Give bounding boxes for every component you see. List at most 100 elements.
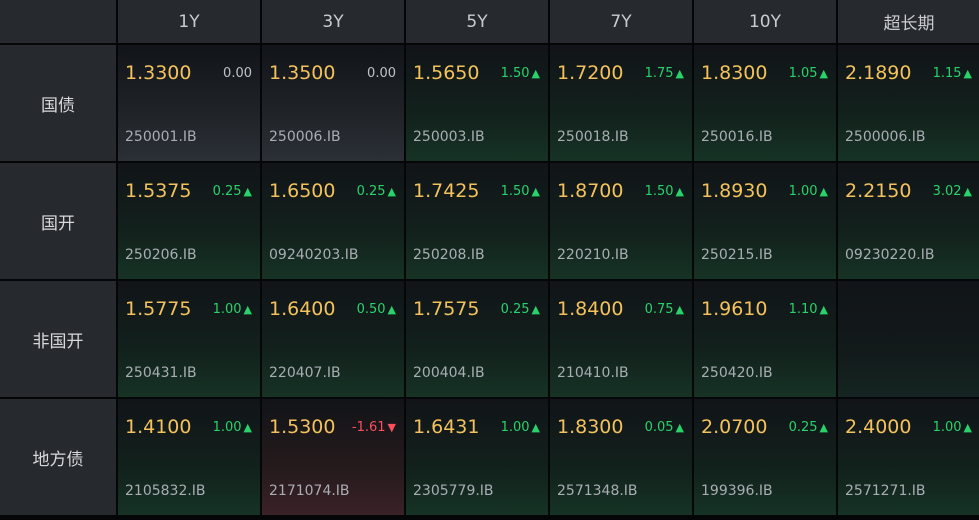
change-text: 1.00	[212, 420, 242, 435]
change-text: 1.50	[644, 184, 674, 199]
yield-cell[interactable]: 2.1890 1.15 ▲ 2500006.IB	[838, 45, 979, 161]
change-text: 1.15	[932, 66, 962, 81]
bond-code: 09240203.IB	[269, 247, 359, 263]
bond-code: 2500006.IB	[845, 129, 926, 145]
yield-cell[interactable]: 1.5775 1.00 ▲ 250431.IB	[118, 281, 260, 397]
change-value: -1.61 ▼	[352, 420, 396, 435]
yield-cell[interactable]: 2.4000 1.00 ▲ 2571271.IB	[838, 399, 979, 515]
bond-code: 250431.IB	[125, 365, 197, 381]
change-value: 1.00 ▲	[501, 420, 540, 435]
change-value: 1.00 ▲	[213, 302, 252, 317]
yield-value: 2.2150	[845, 180, 912, 202]
header-1y[interactable]: 1Y	[118, 0, 260, 43]
triangle-up-icon: ▲	[675, 303, 684, 316]
yield-cell[interactable]: 1.5375 0.25 ▲ 250206.IB	[118, 163, 260, 279]
yield-cell[interactable]: 1.3500 0.00 250006.IB	[262, 45, 404, 161]
header-7y[interactable]: 7Y	[550, 0, 692, 43]
yield-value: 2.4000	[845, 416, 912, 438]
yield-value: 1.5775	[125, 298, 192, 320]
yield-cell[interactable]: 2.0700 0.25 ▲ 199396.IB	[694, 399, 836, 515]
row-label[interactable]: 国开	[0, 163, 116, 279]
yield-cell[interactable]: 1.7425 1.50 ▲ 250208.IB	[406, 163, 548, 279]
yield-value: 2.0700	[701, 416, 768, 438]
triangle-up-icon: ▲	[963, 67, 972, 80]
yield-cell[interactable]: 1.7575 0.25 ▲ 200404.IB	[406, 281, 548, 397]
bond-code: 250206.IB	[125, 247, 197, 263]
change-text: 0.50	[356, 302, 386, 317]
yield-cell[interactable]: 1.8700 1.50 ▲ 220210.IB	[550, 163, 692, 279]
header-5y[interactable]: 5Y	[406, 0, 548, 43]
yield-cell[interactable]: 1.8300 0.05 ▲ 2571348.IB	[550, 399, 692, 515]
change-text: 1.50	[500, 184, 530, 199]
bond-code: 250001.IB	[125, 129, 197, 145]
yield-cell[interactable]: 1.6500 0.25 ▲ 09240203.IB	[262, 163, 404, 279]
change-value: 0.05 ▲	[645, 420, 684, 435]
yield-board: 1Y 3Y 5Y 7Y 10Y 超长期 国债 1.3300 0.00 250001.I…	[0, 0, 979, 520]
triangle-up-icon: ▲	[531, 185, 540, 198]
corner-cell	[0, 0, 116, 43]
change-value: 1.05 ▲	[789, 66, 828, 81]
change-text: 0.05	[644, 420, 674, 435]
bond-code: 2171074.IB	[269, 483, 350, 499]
triangle-up-icon: ▲	[531, 67, 540, 80]
yield-cell[interactable]: 1.8400 0.75 ▲ 210410.IB	[550, 281, 692, 397]
change-value: 0.75 ▲	[645, 302, 684, 317]
bond-code: 250006.IB	[269, 129, 341, 145]
yield-cell[interactable]: 1.8930 1.00 ▲ 250215.IB	[694, 163, 836, 279]
change-value: 1.15 ▲	[933, 66, 972, 81]
bond-code: 220210.IB	[557, 247, 629, 263]
change-text: 0.25	[356, 184, 386, 199]
change-value: 0.25 ▲	[213, 184, 252, 199]
bond-code: 250208.IB	[413, 247, 485, 263]
yield-cell[interactable]: 1.6431 1.00 ▲ 2305779.IB	[406, 399, 548, 515]
change-text: -1.61	[351, 420, 386, 435]
triangle-up-icon: ▲	[963, 185, 972, 198]
bond-code: 210410.IB	[557, 365, 629, 381]
yield-cell[interactable]: 1.5300 -1.61 ▼ 2171074.IB	[262, 399, 404, 515]
change-value: 1.50 ▲	[501, 184, 540, 199]
yield-cell[interactable]: 1.3300 0.00 250001.IB	[118, 45, 260, 161]
bond-code: 199396.IB	[701, 483, 773, 499]
yield-value: 1.6400	[269, 298, 336, 320]
triangle-up-icon: ▲	[819, 67, 828, 80]
bond-code: 2305779.IB	[413, 483, 494, 499]
change-value: 1.50 ▲	[645, 184, 684, 199]
change-value: 1.00 ▲	[933, 420, 972, 435]
bond-code: 250003.IB	[413, 129, 485, 145]
yield-cell[interactable]: 1.8300 1.05 ▲ 250016.IB	[694, 45, 836, 161]
change-value: 0.00	[367, 66, 396, 81]
yield-cell[interactable]	[838, 281, 979, 397]
yield-cell[interactable]: 2.2150 3.02 ▲ 09230220.IB	[838, 163, 979, 279]
bond-code: 2571348.IB	[557, 483, 638, 499]
header-10y[interactable]: 10Y	[694, 0, 836, 43]
yield-value: 1.7575	[413, 298, 480, 320]
change-text: 0.00	[223, 66, 252, 81]
triangle-up-icon: ▲	[675, 67, 684, 80]
change-text: 1.50	[500, 66, 530, 81]
triangle-down-icon: ▼	[387, 421, 396, 434]
yield-cell[interactable]: 1.9610 1.10 ▲ 250420.IB	[694, 281, 836, 397]
yield-cell[interactable]: 1.6400 0.50 ▲ 220407.IB	[262, 281, 404, 397]
header-3y[interactable]: 3Y	[262, 0, 404, 43]
yield-cell[interactable]: 1.7200 1.75 ▲ 250018.IB	[550, 45, 692, 161]
yield-value: 1.5300	[269, 416, 336, 438]
change-text: 1.00	[788, 184, 818, 199]
row-label[interactable]: 国债	[0, 45, 116, 161]
change-text: 1.10	[788, 302, 818, 317]
change-text: 0.25	[788, 420, 818, 435]
row-label[interactable]: 非国开	[0, 281, 116, 397]
yield-cell[interactable]: 1.5650 1.50 ▲ 250003.IB	[406, 45, 548, 161]
bond-code: 250018.IB	[557, 129, 629, 145]
change-text: 0.00	[367, 66, 396, 81]
change-value: 0.25 ▲	[501, 302, 540, 317]
bond-code: 2571271.IB	[845, 483, 926, 499]
yield-cell[interactable]: 1.4100 1.00 ▲ 2105832.IB	[118, 399, 260, 515]
header-ultra-long[interactable]: 超长期	[838, 0, 979, 43]
triangle-up-icon: ▲	[963, 421, 972, 434]
change-text: 1.00	[212, 302, 242, 317]
bond-code: 250016.IB	[701, 129, 773, 145]
yield-value: 1.7425	[413, 180, 480, 202]
change-text: 1.75	[644, 66, 674, 81]
row-label[interactable]: 地方债	[0, 399, 116, 515]
yield-value: 1.5650	[413, 62, 480, 84]
